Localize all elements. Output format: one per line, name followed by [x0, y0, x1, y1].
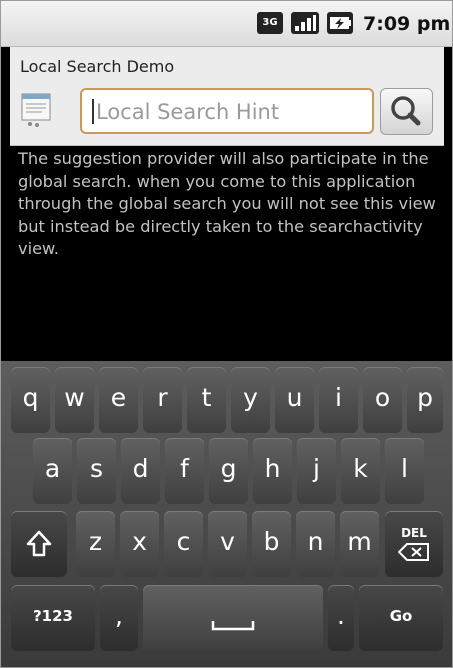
key-o[interactable]: o — [363, 367, 402, 433]
shift-key[interactable] — [11, 511, 67, 577]
key-y[interactable]: y — [231, 367, 270, 433]
key-n[interactable]: n — [296, 511, 335, 577]
search-title: Local Search Demo — [20, 57, 175, 76]
key-t[interactable]: t — [187, 367, 226, 433]
key-i[interactable]: i — [319, 367, 358, 433]
clock: 7:09 pm — [363, 13, 451, 35]
key-v[interactable]: v — [208, 511, 247, 577]
key-h[interactable]: h — [253, 438, 292, 504]
period-key[interactable]: . — [328, 585, 354, 651]
key-u[interactable]: u — [275, 367, 314, 433]
search-input[interactable]: Local Search Hint — [80, 88, 374, 134]
key-p[interactable]: p — [407, 367, 443, 433]
key-k[interactable]: k — [341, 438, 380, 504]
key-z[interactable]: z — [76, 511, 115, 577]
search-placeholder: Local Search Hint — [96, 100, 280, 124]
delete-label: DEL — [401, 526, 427, 540]
key-r[interactable]: r — [143, 367, 182, 433]
key-e[interactable]: e — [99, 367, 138, 433]
signal-strength-icon — [291, 12, 319, 34]
battery-charging-icon — [327, 12, 353, 34]
text-cursor — [92, 99, 94, 124]
space-key[interactable] — [143, 585, 323, 651]
app-icon[interactable] — [20, 91, 54, 129]
key-w[interactable]: w — [55, 367, 94, 433]
key-j[interactable]: j — [297, 438, 336, 504]
key-q[interactable]: q — [11, 367, 50, 433]
status-bar: 3G 7:09 pm — [1, 1, 452, 47]
shift-icon — [26, 530, 52, 557]
backspace-icon — [398, 543, 429, 561]
symbols-key[interactable]: ?123 — [11, 585, 95, 651]
key-s[interactable]: s — [77, 438, 116, 504]
space-icon — [211, 621, 255, 631]
go-key[interactable]: Go — [359, 585, 443, 651]
search-dialog: Local Search Demo Local Search Hint — [10, 47, 444, 146]
comma-key[interactable]: , — [100, 585, 138, 651]
soft-keyboard: q w e r t y u i o p a s d f g h j k l z … — [1, 361, 452, 667]
key-c[interactable]: c — [164, 511, 203, 577]
key-a[interactable]: a — [33, 438, 72, 504]
search-icon — [391, 96, 421, 126]
search-button[interactable] — [380, 88, 433, 135]
key-f[interactable]: f — [165, 438, 204, 504]
description-text: The suggestion provider will also partic… — [18, 149, 436, 258]
key-x[interactable]: x — [120, 511, 159, 577]
key-d[interactable]: d — [121, 438, 160, 504]
device-screen: 3G 7:09 pm Local Search Demo Local Searc… — [0, 0, 453, 668]
key-b[interactable]: b — [252, 511, 291, 577]
key-m[interactable]: m — [340, 511, 379, 577]
delete-key[interactable]: DEL — [385, 511, 443, 577]
key-l[interactable]: l — [385, 438, 424, 504]
key-g[interactable]: g — [209, 438, 248, 504]
network-3g-icon: 3G — [257, 12, 283, 34]
